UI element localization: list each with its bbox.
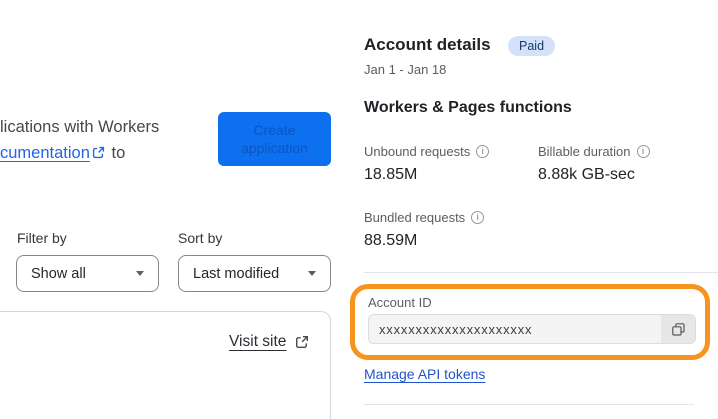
project-card [0,311,331,419]
paid-plan-badge: Paid [508,36,556,56]
intro-line-2-suffix: to [111,144,126,162]
billable-duration-value: 8.88k GB-sec [538,166,635,183]
sort-dropdown[interactable]: Last modified [178,255,331,292]
info-icon[interactable]: i [471,211,485,224]
visit-site-row: Visit site [229,333,309,351]
divider [364,272,718,273]
billable-duration-label: Billable duration i [538,144,650,159]
metric-label-text: Bundled requests [364,210,466,225]
chevron-down-icon [308,271,316,276]
account-id-label: Account ID [368,295,432,310]
account-details-title: Account details [364,35,491,54]
intro-text: lications with Workers cumentation to [0,114,159,166]
workers-pages-dashboard: lications with Workers cumentation to Cr… [0,0,718,419]
bundled-requests-value: 88.59M [364,232,418,249]
filter-dropdown-value: Show all [31,265,86,282]
copy-account-id-button[interactable] [661,315,695,343]
divider [364,404,694,405]
sort-dropdown-value: Last modified [193,265,280,282]
create-application-button[interactable]: Create application [218,112,331,166]
workers-pages-functions-title: Workers & Pages functions [364,99,572,116]
account-id-input[interactable] [369,315,661,343]
manage-api-tokens-link[interactable]: Manage API tokens [364,366,485,382]
unbound-requests-label: Unbound requests i [364,144,490,159]
external-link-icon [295,335,309,349]
sort-by-label: Sort by [178,230,223,246]
intro-line-2: cumentation to [0,140,159,166]
visit-site-link[interactable]: Visit site [229,333,286,351]
documentation-link[interactable]: cumentation [0,144,90,162]
info-icon[interactable]: i [636,145,650,158]
unbound-requests-value: 18.85M [364,166,418,183]
external-link-icon [92,146,105,159]
filter-dropdown[interactable]: Show all [16,255,159,292]
info-icon[interactable]: i [476,145,490,158]
metric-label-text: Billable duration [538,144,631,159]
metric-label-text: Unbound requests [364,144,471,159]
date-range: Jan 1 - Jan 18 [364,62,447,77]
intro-line-1: lications with Workers [0,118,160,136]
filter-by-label: Filter by [17,230,67,246]
chevron-down-icon [136,271,144,276]
bundled-requests-label: Bundled requests i [364,210,485,225]
account-id-field-group [368,314,696,344]
copy-icon [671,322,686,337]
